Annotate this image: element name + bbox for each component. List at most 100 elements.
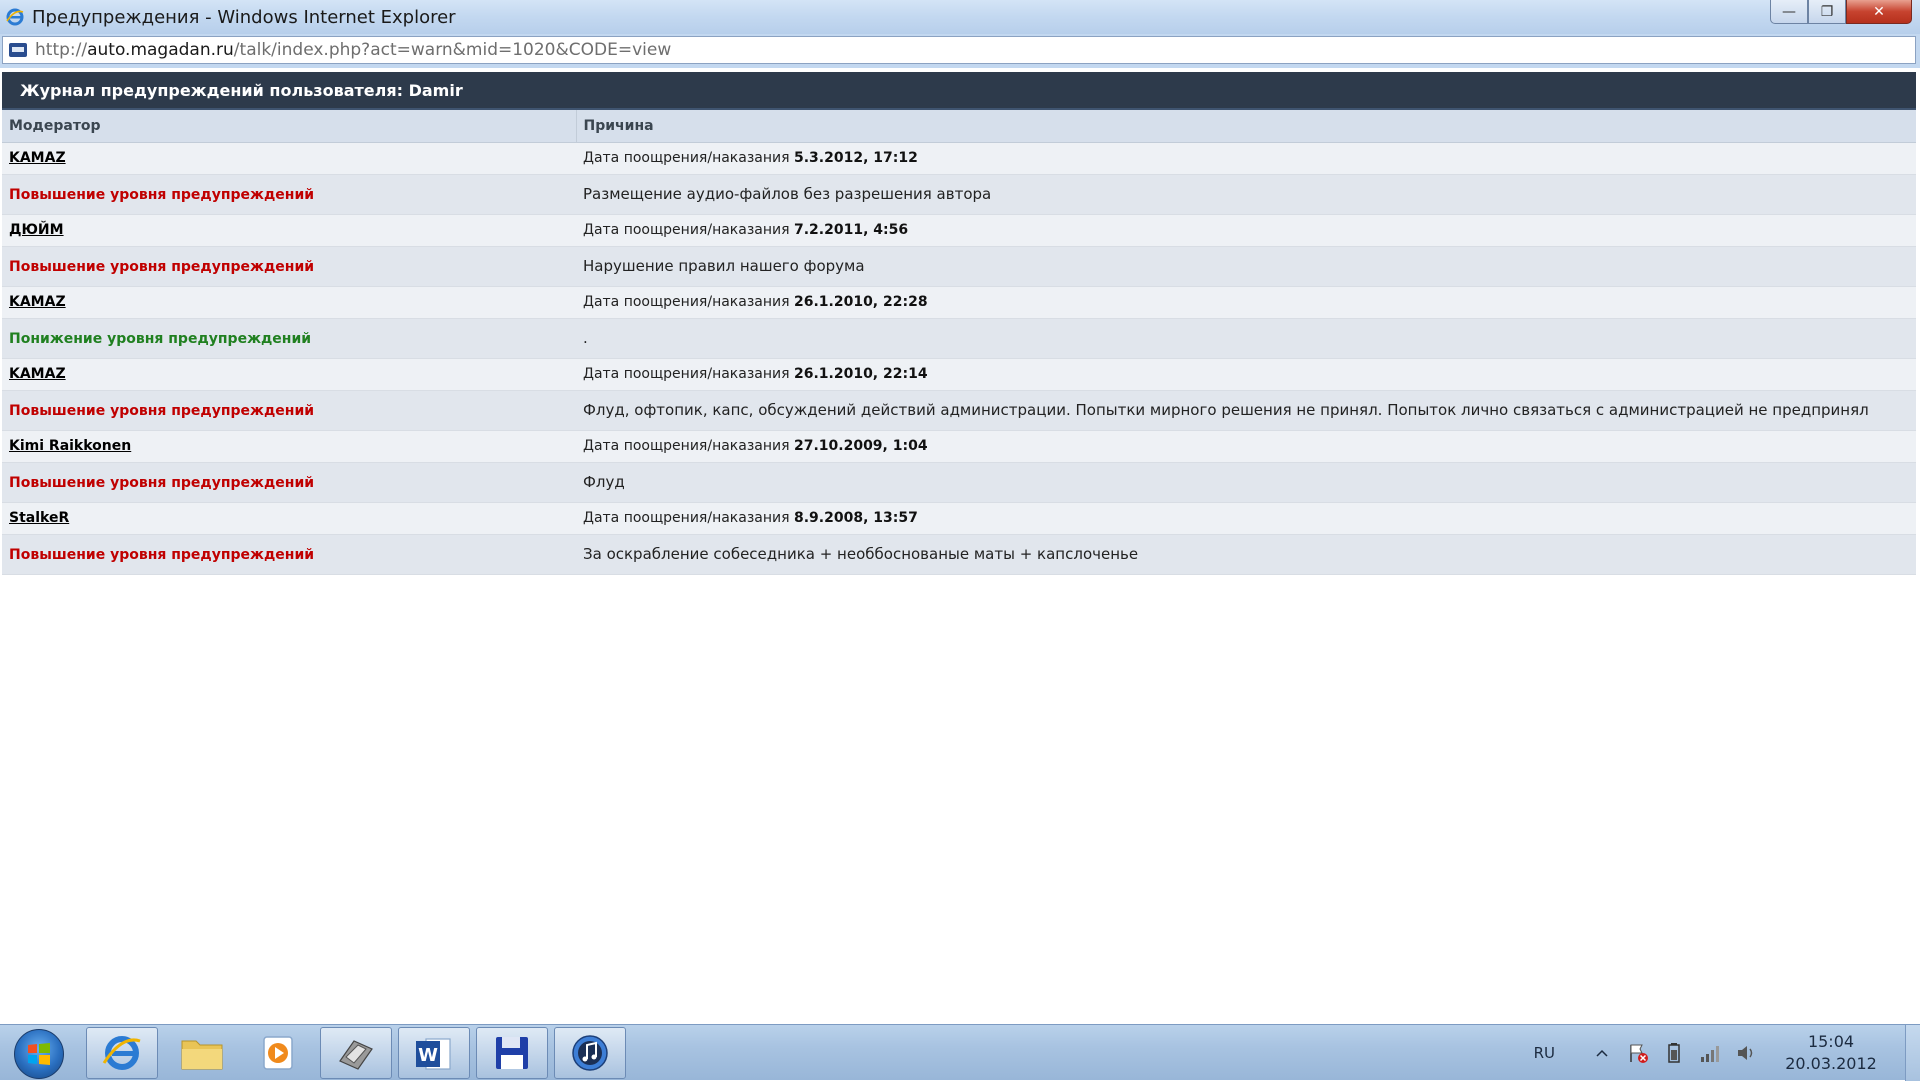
date-value: 26.1.2010, 22:28 — [793, 294, 928, 310]
minimize-button[interactable]: — — [1770, 0, 1808, 24]
action-cell: Понижение уровня предупреждений — [2, 318, 576, 359]
moderator-cell: ДЮЙМ — [2, 214, 576, 247]
volume-icon[interactable] — [1735, 1042, 1757, 1064]
date-cell: Дата поощрения/наказания 8.9.2008, 13:57 — [576, 502, 1916, 535]
taskbar-media-player[interactable] — [242, 1027, 314, 1079]
network-signal-icon[interactable] — [1699, 1042, 1721, 1064]
action-cell: Повышение уровня предупреждений — [2, 174, 576, 215]
moderator-link[interactable]: KAMAZ — [9, 294, 66, 310]
reason-cell: . — [576, 318, 1916, 359]
warning-log-title: Журнал предупреждений пользователя: Dami… — [2, 72, 1916, 110]
taskbar-itunes[interactable] — [554, 1027, 626, 1079]
moderator-link[interactable]: KAMAZ — [9, 366, 66, 382]
show-desktop-button[interactable] — [1905, 1025, 1920, 1081]
reason-text: Флуд — [583, 473, 625, 491]
date-cell: Дата поощрения/наказания 5.3.2012, 17:12 — [576, 142, 1916, 175]
address-bar: http://auto.magadan.ru/talk/index.php?ac… — [0, 34, 1920, 68]
date-value: 5.3.2012, 17:12 — [793, 150, 918, 166]
close-icon: ✕ — [1873, 3, 1885, 20]
taskbar-word[interactable]: W — [398, 1027, 470, 1079]
action-cell: Повышение уровня предупреждений — [2, 534, 576, 575]
start-button[interactable] — [14, 1029, 64, 1079]
reason-text: За оскрабление собеседника + необбоснова… — [583, 545, 1139, 563]
warning-action-label: Понижение уровня предупреждений — [9, 331, 312, 347]
title-bar[interactable]: Предупреждения - Windows Internet Explor… — [0, 0, 1920, 34]
warning-action-label: Повышение уровня предупреждений — [9, 259, 315, 275]
date-cell: Дата поощрения/наказания 27.10.2009, 1:0… — [576, 430, 1916, 463]
internet-explorer-icon — [102, 1036, 141, 1070]
column-header-moderator: Модератор — [2, 110, 577, 143]
itunes-icon — [572, 1035, 608, 1071]
moderator-cell: KAMAZ — [2, 142, 576, 175]
battery-icon[interactable] — [1663, 1042, 1685, 1064]
warning-log-body: KAMAZ Дата поощрения/наказания 5.3.2012, … — [2, 142, 1916, 575]
close-button[interactable]: ✕ — [1846, 0, 1912, 24]
maximize-button[interactable]: ❐ — [1808, 0, 1846, 24]
warning-action-label: Повышение уровня предупреждений — [9, 547, 315, 563]
window-title: Предупреждения - Windows Internet Explor… — [32, 6, 456, 28]
warning-action-label: Повышение уровня предупреждений — [9, 403, 315, 419]
table-row: StalkeR Дата поощрения/наказания 8.9.2008… — [2, 502, 1916, 535]
table-row: Повышение уровня предупреждений Нарушение… — [2, 246, 1916, 287]
url-text[interactable]: http://auto.magadan.ru/talk/index.php?ac… — [35, 40, 671, 60]
language-indicator[interactable]: RU — [1534, 1044, 1555, 1062]
clock-time: 15:04 — [1807, 1032, 1855, 1051]
warning-action-label: Повышение уровня предупреждений — [9, 475, 315, 491]
action-cell: Повышение уровня предупреждений — [2, 246, 576, 287]
date-label: Дата поощрения/наказания — [583, 510, 790, 526]
table-row: ДЮЙМ Дата поощрения/наказания 7.2.2011, 4… — [2, 214, 1916, 247]
moderator-cell: StalkeR — [2, 502, 576, 535]
moderator-link[interactable]: ДЮЙМ — [9, 222, 64, 238]
reason-text: . — [583, 329, 588, 347]
table-header-row: Модератор Причина — [2, 110, 1916, 143]
show-hidden-icons-icon[interactable] — [1591, 1042, 1613, 1064]
action-cell: Повышение уровня предупреждений — [2, 462, 576, 503]
taskbar-archiver[interactable] — [320, 1027, 392, 1079]
windows-logo-icon — [28, 1043, 50, 1065]
moderator-link[interactable]: KAMAZ — [9, 150, 66, 166]
url-host: auto.magadan.ru — [87, 40, 234, 60]
ie-window: Предупреждения - Windows Internet Explor… — [0, 0, 1920, 1024]
date-cell: Дата поощрения/наказания 7.2.2011, 4:56 — [576, 214, 1916, 247]
reason-cell: За оскрабление собеседника + необбоснова… — [576, 534, 1916, 575]
date-label: Дата поощрения/наказания — [583, 294, 790, 310]
date-label: Дата поощрения/наказания — [583, 150, 790, 166]
system-tray: RU 15:04 20.03.2012 — [1534, 1025, 1920, 1081]
date-value: 27.10.2009, 1:04 — [793, 438, 928, 454]
clock-date: 20.03.2012 — [1785, 1054, 1877, 1073]
date-label: Дата поощрения/наказания — [583, 438, 790, 454]
svg-text:W: W — [418, 1045, 438, 1066]
word-icon: W — [416, 1038, 451, 1070]
archiver-icon — [339, 1040, 373, 1070]
reason-cell: Флуд — [576, 462, 1916, 503]
folder-icon — [181, 1040, 223, 1070]
table-row: KAMAZ Дата поощрения/наказания 26.1.2010,… — [2, 358, 1916, 391]
warning-log-table: Модератор Причина KAMAZ Дата поощрения/на… — [2, 110, 1916, 575]
moderator-cell: Kimi Raikkonen — [2, 430, 576, 463]
date-value: 26.1.2010, 22:14 — [793, 366, 928, 382]
date-label: Дата поощрения/наказания — [583, 222, 790, 238]
system-clock[interactable]: 15:04 20.03.2012 — [1771, 1031, 1891, 1075]
url-prefix: http:// — [35, 40, 88, 60]
table-row: Понижение уровня предупреждений. — [2, 318, 1916, 359]
taskbar-explorer[interactable] — [166, 1027, 238, 1079]
date-cell: Дата поощрения/наказания 26.1.2010, 22:2… — [576, 286, 1916, 319]
moderator-link[interactable]: Kimi Raikkonen — [9, 438, 131, 454]
media-player-icon — [263, 1036, 293, 1070]
action-center-flag-icon[interactable] — [1627, 1042, 1649, 1064]
date-value: 7.2.2011, 4:56 — [793, 222, 909, 238]
url-field[interactable]: http://auto.magadan.ru/talk/index.php?ac… — [2, 36, 1916, 64]
taskbar: W RU 15:04 20.03.2012 — [0, 1024, 1920, 1081]
url-path: /talk/index.php?act=warn&mid=1020&CODE=v… — [233, 40, 672, 60]
table-row: Kimi Raikkonen Дата поощрения/наказания 2… — [2, 430, 1916, 463]
reason-text: Размещение аудио-файлов без разрешения а… — [583, 185, 992, 203]
table-row: Повышение уровня предупреждений Размещени… — [2, 174, 1916, 215]
taskbar-internet-explorer[interactable] — [86, 1027, 158, 1079]
reason-cell: Нарушение правил нашего форума — [576, 246, 1916, 287]
page-icon — [9, 43, 27, 57]
taskbar-save-app[interactable] — [476, 1027, 548, 1079]
date-label: Дата поощрения/наказания — [583, 366, 790, 382]
moderator-link[interactable]: StalkeR — [9, 510, 69, 526]
table-row: Повышение уровня предупреждений Флуд, офт… — [2, 390, 1916, 431]
action-cell: Повышение уровня предупреждений — [2, 390, 576, 431]
